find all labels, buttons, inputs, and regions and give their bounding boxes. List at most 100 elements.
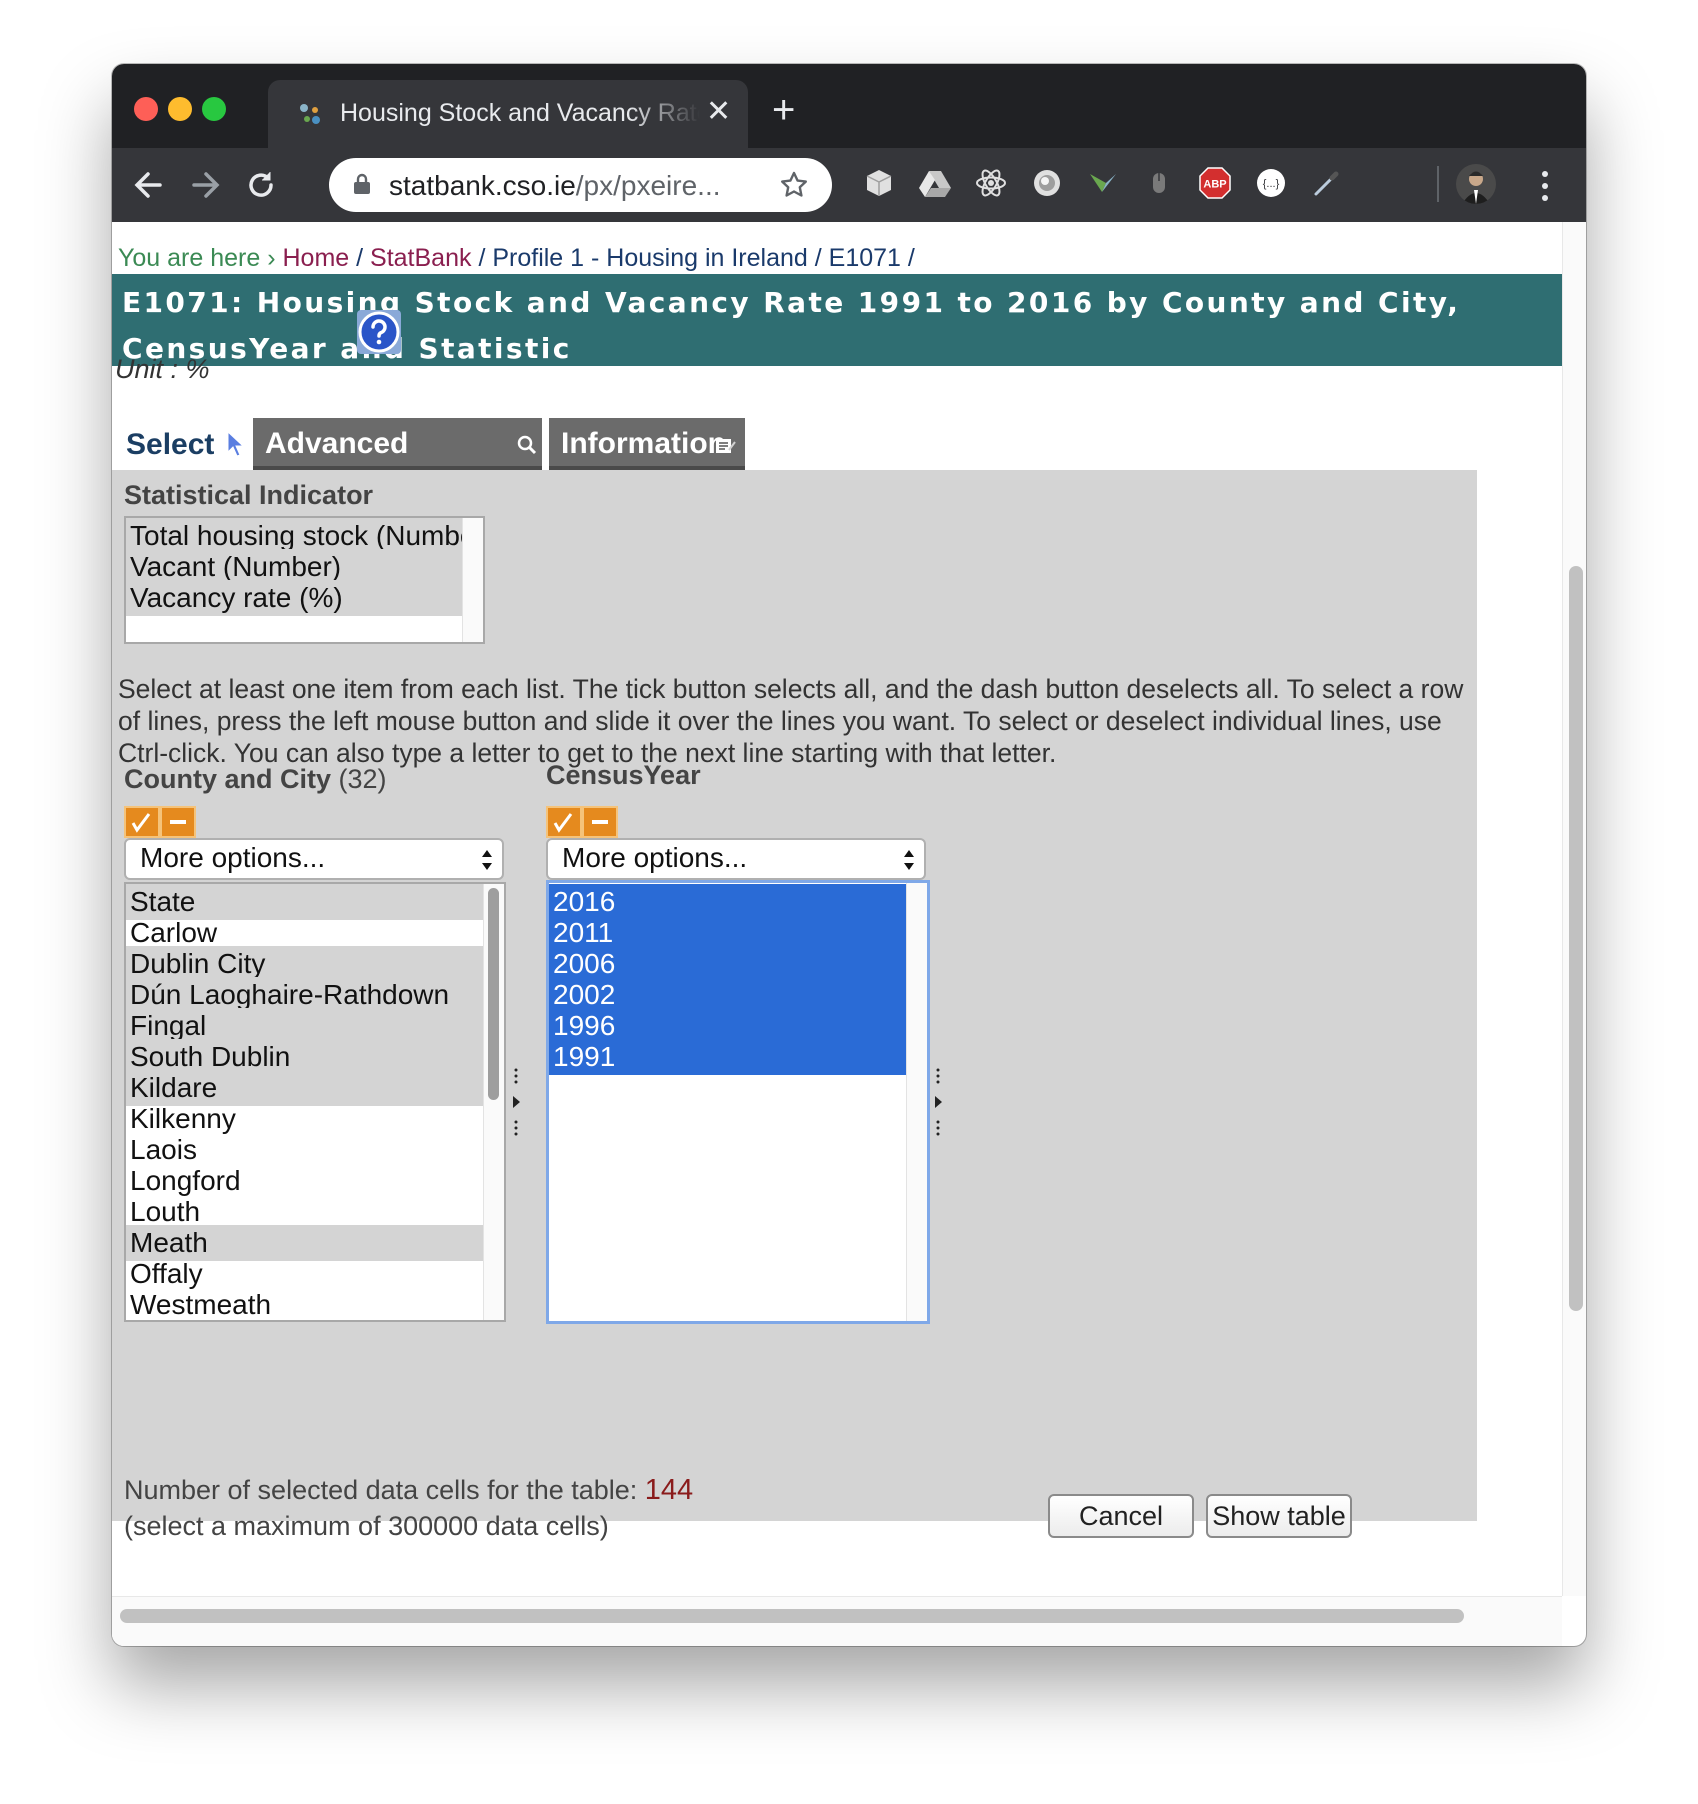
breadcrumb-separator: / xyxy=(907,244,915,272)
statistic-label: Statistical Indicator xyxy=(124,480,374,510)
county-more-options-label: More options... xyxy=(140,842,326,873)
census-scrollbar[interactable] xyxy=(906,883,927,1321)
page-content: You are here › Home / StatBank / Profile… xyxy=(112,222,1562,1646)
select-all-county-button[interactable] xyxy=(124,806,160,838)
url-text: statbank.cso.ie/px/pxeire... xyxy=(389,170,721,202)
select-arrows-icon xyxy=(482,850,492,870)
tick-icon xyxy=(131,813,151,833)
county-more-options-select[interactable]: More options... xyxy=(124,838,504,880)
forward-icon[interactable] xyxy=(180,160,230,210)
cursor-icon xyxy=(227,430,244,457)
back-icon[interactable] xyxy=(124,160,174,210)
browser-toolbar: statbank.cso.ie/px/pxeire... ABP {...} xyxy=(112,148,1586,222)
page-horizontal-scrollbar[interactable] xyxy=(112,1596,1562,1646)
selection-tabs: Select Advanced selection Information xyxy=(112,418,1512,512)
cells-count: 144 xyxy=(644,1474,694,1506)
info-document-icon xyxy=(716,439,736,453)
tab-select[interactable]: Select xyxy=(126,428,214,462)
help-icon[interactable] xyxy=(356,309,402,355)
breadcrumb-statbank[interactable]: StatBank xyxy=(370,244,471,272)
dash-icon xyxy=(170,820,186,824)
url-host: statbank.cso.ie xyxy=(389,170,576,201)
maximize-window-button[interactable] xyxy=(202,97,226,121)
census-more-options-select[interactable]: More options... xyxy=(546,838,926,880)
tab-information-label: Information xyxy=(561,427,726,460)
cells-label: Number of selected data cells for the ta… xyxy=(124,1475,638,1505)
json-label: {...} xyxy=(1263,178,1280,190)
page-horizontal-scrollbar-thumb[interactable] xyxy=(120,1609,1464,1623)
census-resize-handle-icon[interactable] xyxy=(932,1066,944,1142)
tick-icon xyxy=(553,813,573,833)
breadcrumb-separator: / xyxy=(478,244,486,272)
breadcrumb-home[interactable]: Home xyxy=(282,244,349,272)
page-vertical-scrollbar-thumb[interactable] xyxy=(1569,566,1583,1311)
bookmark-star-icon[interactable] xyxy=(779,170,809,200)
cells-note: (select a maximum of 300000 data cells) xyxy=(124,1511,609,1541)
mouse-icon[interactable] xyxy=(1142,166,1176,200)
list-item[interactable]: Westmeath xyxy=(126,1287,489,1320)
list-item[interactable]: 1991 xyxy=(549,1039,912,1075)
json-icon[interactable]: {...} xyxy=(1254,166,1288,200)
county-scrollbar[interactable] xyxy=(483,884,504,1320)
address-bar[interactable]: statbank.cso.ie/px/pxeire... xyxy=(329,158,832,212)
breadcrumb-table[interactable]: E1071 xyxy=(829,244,901,272)
census-label: CensusYear xyxy=(546,760,701,790)
statistic-scrollbar[interactable] xyxy=(462,518,483,642)
breadcrumb-separator: / xyxy=(356,244,364,272)
deselect-all-county-button[interactable] xyxy=(160,806,196,838)
county-resize-handle-icon[interactable] xyxy=(510,1066,522,1142)
profile-avatar[interactable] xyxy=(1456,164,1496,204)
county-count: (32) xyxy=(338,764,387,794)
county-scrollbar-thumb[interactable] xyxy=(488,888,499,1100)
county-label-text: County and City xyxy=(124,764,331,794)
toolbar-separator xyxy=(1437,166,1439,202)
breadcrumb: You are here › Home / StatBank / Profile… xyxy=(118,244,915,273)
tab-advanced-selection[interactable]: Advanced selection xyxy=(253,418,542,512)
react-icon[interactable] xyxy=(974,166,1008,200)
dash-icon xyxy=(592,820,608,824)
unit-label: Unit : % xyxy=(115,354,210,384)
cancel-button[interactable]: Cancel xyxy=(1048,1494,1194,1538)
selection-panel: Statistical Indicator Total housing stoc… xyxy=(112,470,1477,1541)
lock-icon xyxy=(354,173,370,194)
browser-tab[interactable]: Housing Stock and Vacancy Rate ✕ xyxy=(268,80,748,148)
tab-title: Housing Stock and Vacancy Rate xyxy=(340,99,700,127)
tab-close-icon[interactable]: ✕ xyxy=(706,94,731,130)
cells-summary: Number of selected data cells for the ta… xyxy=(124,1472,693,1544)
tab-strip: Housing Stock and Vacancy Rate ✕ + xyxy=(112,64,1586,148)
minimize-window-button[interactable] xyxy=(168,97,192,121)
instructions-text: Select at least one item from each list.… xyxy=(118,674,1464,768)
list-item[interactable]: Vacancy rate (%) xyxy=(126,580,469,616)
page-vertical-scrollbar[interactable] xyxy=(1562,222,1586,1596)
magnifier-icon xyxy=(517,435,537,455)
county-listbox[interactable]: State Carlow Dublin City Dún Laoghaire-R… xyxy=(124,882,506,1322)
cso-favicon-icon xyxy=(300,104,320,124)
breadcrumb-profile[interactable]: Profile 1 - Housing in Ireland xyxy=(492,244,807,272)
circle-icon[interactable] xyxy=(1030,166,1064,200)
select-all-census-button[interactable] xyxy=(546,806,582,838)
close-window-button[interactable] xyxy=(134,97,158,121)
breadcrumb-prefix: You are here › xyxy=(118,244,276,272)
census-listbox[interactable]: 2016 2011 2006 2002 1996 1991 xyxy=(546,880,930,1324)
adblock-icon[interactable]: ABP xyxy=(1198,166,1232,200)
new-tab-button[interactable]: + xyxy=(772,90,795,130)
browser-window: Housing Stock and Vacancy Rate ✕ + statb… xyxy=(112,64,1586,1646)
arrow-icon[interactable] xyxy=(1086,166,1120,200)
breadcrumb-separator: / xyxy=(814,244,822,272)
reload-icon[interactable] xyxy=(236,160,286,210)
browser-menu-icon[interactable] xyxy=(1540,166,1550,206)
page-title-bar: E1071: Housing Stock and Vacancy Rate 19… xyxy=(112,274,1562,366)
statistic-listbox[interactable]: Total housing stock (Number) Vacant (Num… xyxy=(124,516,485,644)
eyedropper-icon[interactable] xyxy=(1310,166,1344,200)
adblock-label: ABP xyxy=(1203,179,1226,191)
drive-icon[interactable] xyxy=(918,166,952,200)
cube-icon[interactable] xyxy=(862,166,896,200)
select-arrows-icon xyxy=(904,850,914,870)
county-label: County and City (32) xyxy=(124,764,387,795)
profile-picture-icon xyxy=(1456,164,1496,204)
deselect-all-census-button[interactable] xyxy=(582,806,618,838)
census-more-options-label: More options... xyxy=(562,842,748,873)
tab-information[interactable]: Information xyxy=(549,418,745,470)
show-table-button[interactable]: Show table xyxy=(1206,1494,1352,1538)
cells-count-line: Number of selected data cells for the ta… xyxy=(124,1472,693,1508)
